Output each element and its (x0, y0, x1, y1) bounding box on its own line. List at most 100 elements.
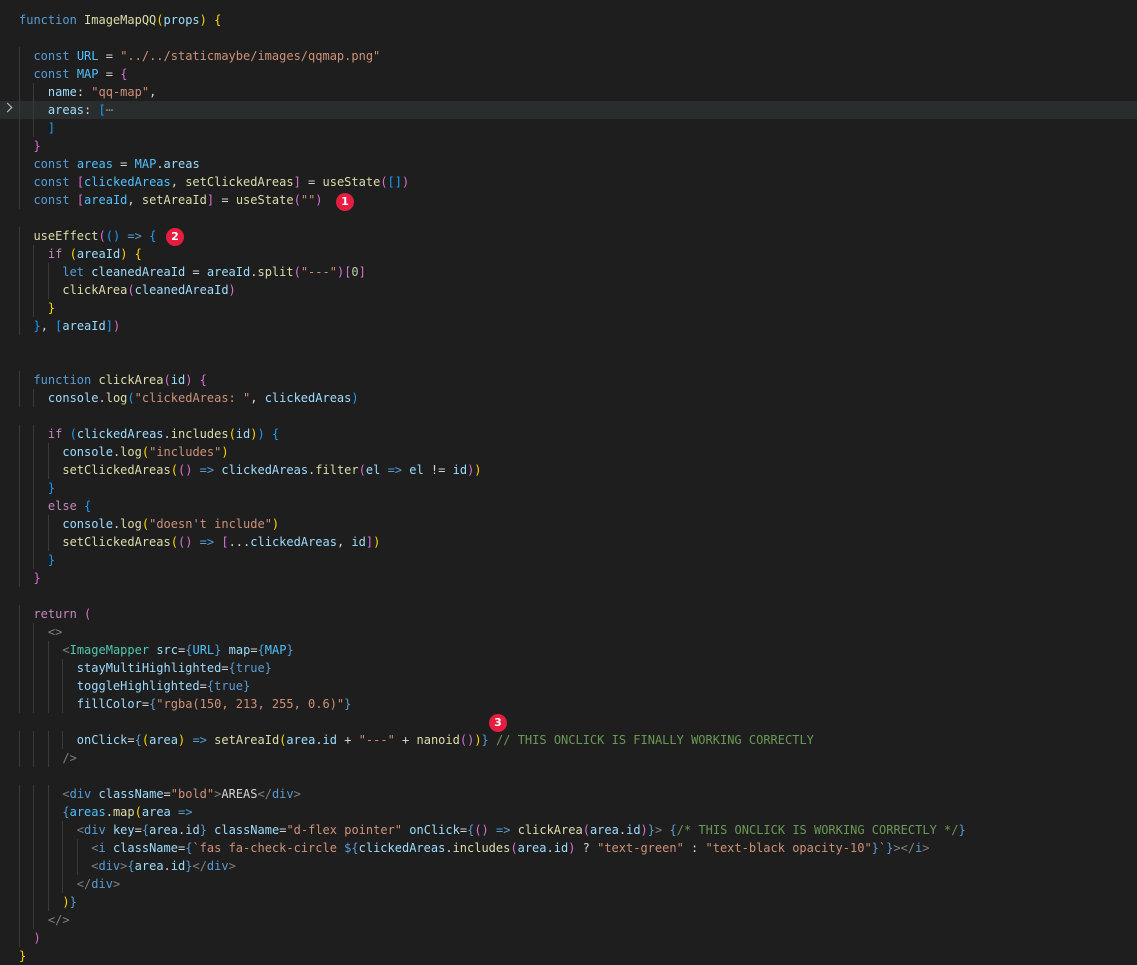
code-line[interactable]: clickArea(cleanedAreaId) (0, 281, 1137, 299)
code-line[interactable] (0, 713, 1137, 731)
code-line[interactable]: if (clickedAreas.includes(id)) { (0, 425, 1137, 443)
code-text: } (19, 299, 55, 317)
fold-chevron-icon[interactable] (2, 102, 13, 113)
code-token: { (271, 427, 280, 441)
code-text: } (19, 137, 40, 155)
code-line[interactable]: console.log("includes") (0, 443, 1137, 461)
code-line[interactable]: ] (0, 119, 1137, 137)
code-token: { (120, 67, 128, 81)
code-line[interactable]: {areas.map(area => (0, 803, 1137, 821)
code-line[interactable] (0, 209, 1137, 227)
code-line[interactable]: /> (0, 749, 1137, 767)
code-line[interactable]: areas: [⋯ (0, 101, 1137, 119)
code-token: ) (112, 319, 121, 333)
code-line[interactable] (0, 335, 1137, 353)
code-token: props (163, 13, 200, 27)
annotation-marker: 1 (336, 193, 354, 211)
code-line[interactable]: let cleanedAreaId = areaId.split("---")[… (0, 263, 1137, 281)
code-editor[interactable]: function ImageMapQQ(props) { const URL =… (0, 0, 1137, 965)
code-token: div (69, 787, 92, 801)
code-line[interactable]: const MAP = { (0, 65, 1137, 83)
code-line[interactable]: <div className="bold">AREAS</div> (0, 785, 1137, 803)
code-token: { (84, 499, 92, 513)
code-line[interactable]: } (0, 479, 1137, 497)
code-line[interactable]: setClickedAreas(() => clickedAreas.filte… (0, 461, 1137, 479)
code-line[interactable]: } (0, 137, 1137, 155)
code-text: setClickedAreas(() => [...clickedAreas, … (19, 533, 380, 551)
code-line[interactable]: } (0, 551, 1137, 569)
code-line[interactable]: function clickArea(id) { (0, 371, 1137, 389)
code-line[interactable]: <> (0, 623, 1137, 641)
code-line[interactable]: } (0, 947, 1137, 965)
code-line[interactable]: const [clickedAreas, setClickedAreas] = … (0, 173, 1137, 191)
code-token: ( (228, 427, 236, 441)
code-line[interactable]: else { (0, 497, 1137, 515)
code-line[interactable]: )} (0, 893, 1137, 911)
code-line[interactable]: } (0, 569, 1137, 587)
code-token: key (112, 823, 135, 837)
code-line[interactable]: } (0, 299, 1137, 317)
code-line[interactable]: return ( (0, 605, 1137, 623)
code-line[interactable]: </> (0, 911, 1137, 929)
code-token: AREAS (221, 787, 258, 801)
code-line[interactable] (0, 767, 1137, 785)
code-line[interactable]: <div>{area.id}</div> (0, 857, 1137, 875)
code-line[interactable]: const URL = "../../staticmaybe/images/qq… (0, 47, 1137, 65)
code-token: useEffect (33, 229, 99, 243)
code-line[interactable]: <div key={area.id} className="d-flex poi… (0, 821, 1137, 839)
code-token: : (683, 841, 706, 855)
code-token: useState (235, 193, 294, 207)
code-token: includes (170, 427, 229, 441)
code-line[interactable]: toggleHighlighted={true} (0, 677, 1137, 695)
code-token: ( (293, 265, 301, 279)
code-line[interactable]: </div> (0, 875, 1137, 893)
code-line[interactable]: console.log("doesn't include") (0, 515, 1137, 533)
code-token: , (250, 391, 265, 405)
code-line[interactable]: stayMultiHighlighted={true} (0, 659, 1137, 677)
code-line[interactable]: function ImageMapQQ(props) { (0, 11, 1137, 29)
code-line[interactable]: fillColor={"rgba(150, 213, 255, 0.6)"} (0, 695, 1137, 713)
code-text: function ImageMapQQ(props) { (19, 11, 221, 29)
code-token: areaId (206, 265, 251, 279)
code-token: { (206, 679, 215, 693)
code-token: => (199, 535, 215, 549)
code-token: ( (141, 517, 150, 531)
code-text: if (areaId) { (19, 245, 142, 263)
code-token: setClickedAreas (62, 535, 171, 549)
code-line[interactable]: setClickedAreas(() => [...clickedAreas, … (0, 533, 1137, 551)
code-token: , (336, 535, 352, 549)
code-token: "bold" (170, 787, 215, 801)
code-line[interactable] (0, 587, 1137, 605)
code-token: ) (401, 175, 410, 189)
code-line[interactable]: if (areaId) { (0, 245, 1137, 263)
code-token: true (214, 679, 243, 693)
code-token: = (98, 67, 121, 81)
code-text: const [clickedAreas, setClickedAreas] = … (19, 173, 409, 191)
code-line[interactable]: onClick={(area) => setAreaId(area.id + "… (0, 731, 1137, 749)
code-line[interactable]: name: "qq-map", (0, 83, 1137, 101)
code-line[interactable]: const [areaId, setAreaId] = useState("") (0, 191, 1137, 209)
code-line[interactable]: const areas = MAP.areas (0, 155, 1137, 173)
code-line[interactable] (0, 29, 1137, 47)
code-token: } (264, 661, 272, 675)
code-line[interactable]: <i className={`fas fa-check-circle ${cli… (0, 839, 1137, 857)
code-line[interactable]: ) (0, 929, 1137, 947)
code-token: ] (105, 319, 113, 333)
code-line[interactable]: console.log("clickedAreas: ", clickedAre… (0, 389, 1137, 407)
code-line[interactable] (0, 353, 1137, 371)
code-token: stayMultiHighlighted (76, 661, 222, 675)
code-token: () (177, 535, 193, 549)
code-line[interactable]: <ImageMapper src={URL} map={MAP} (0, 641, 1137, 659)
code-line[interactable] (0, 407, 1137, 425)
code-line[interactable]: }, [areaId]) (0, 317, 1137, 335)
